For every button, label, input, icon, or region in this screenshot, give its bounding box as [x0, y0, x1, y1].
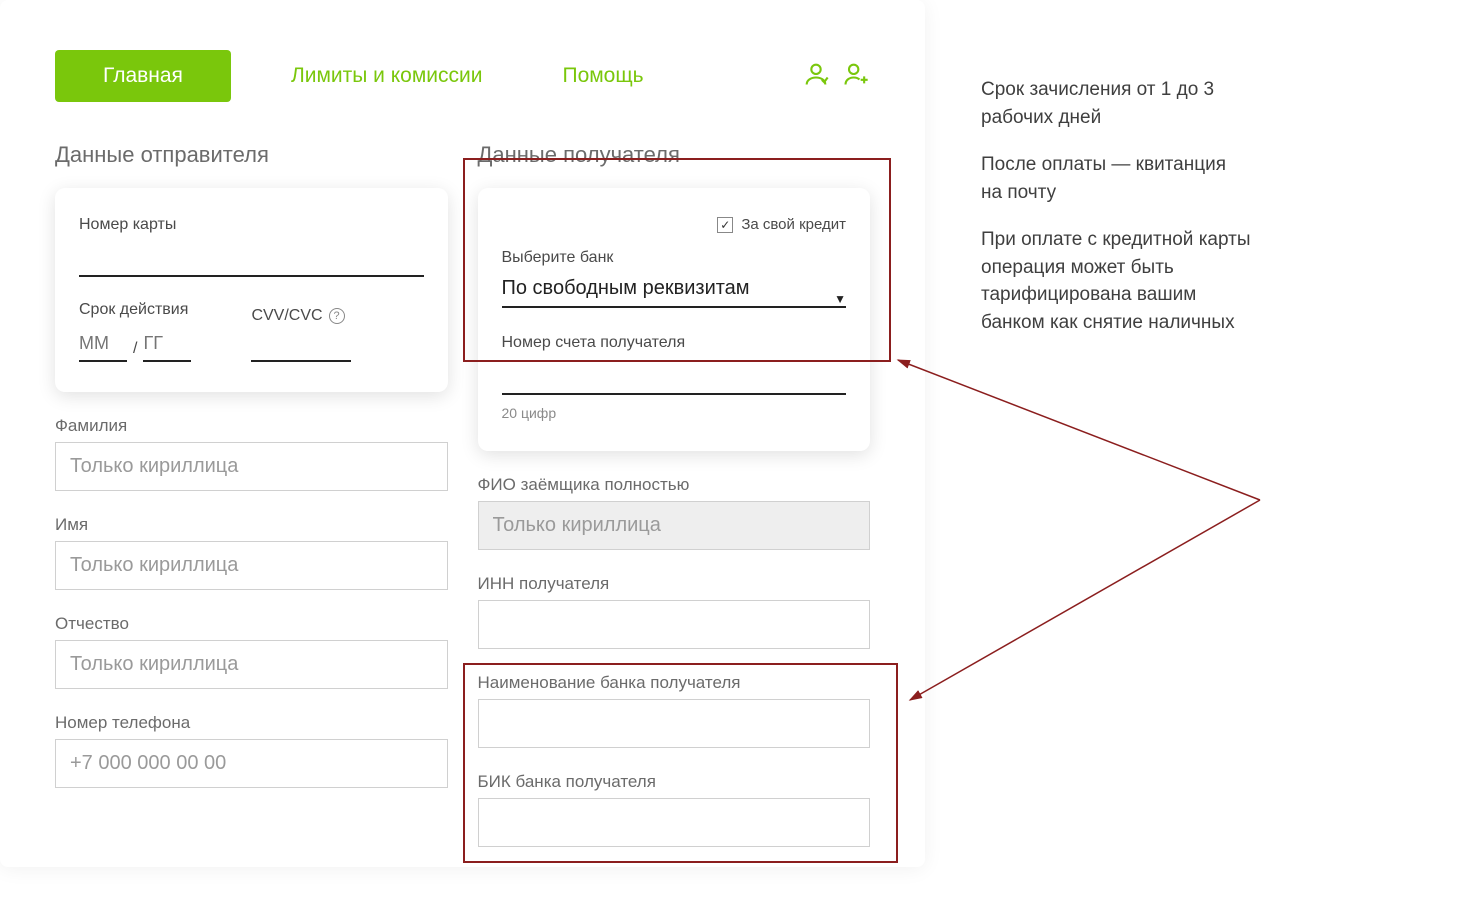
- sender-card-panel: Номер карты Срок действия /: [55, 188, 448, 392]
- recipient-section-title: Данные получателя: [478, 142, 871, 168]
- side-note-1: Срок зачисления от 1 до 3 рабочих дней: [981, 76, 1251, 131]
- side-note-3: При оплате с кредитной карты операция мо…: [981, 226, 1251, 336]
- expiry-yy-input[interactable]: [143, 329, 191, 362]
- bik-label: БИК банка получателя: [478, 772, 871, 792]
- inn-input[interactable]: [478, 600, 871, 649]
- login-icon[interactable]: [802, 60, 830, 93]
- inn-label: ИНН получателя: [478, 574, 871, 594]
- phone-label: Номер телефона: [55, 713, 448, 733]
- cvv-help-icon[interactable]: ?: [329, 308, 345, 324]
- fio-label: ФИО заёмщика полностью: [478, 475, 871, 495]
- own-credit-checkbox[interactable]: ✓: [717, 217, 733, 233]
- bank-select-value: По свободным реквизитам: [502, 277, 750, 306]
- side-info: Срок зачисления от 1 до 3 рабочих дней П…: [925, 0, 1281, 867]
- dropdown-caret-icon: ▼: [834, 292, 846, 306]
- bank-select-label: Выберите банк: [502, 249, 847, 267]
- nav-bar: Главная Лимиты и комиссии Помощь: [0, 0, 925, 142]
- own-credit-label: За свой кредит: [741, 216, 846, 233]
- main-panel: Главная Лимиты и комиссии Помощь Данные …: [0, 0, 925, 867]
- patronymic-input[interactable]: [55, 640, 448, 689]
- sender-section-title: Данные отправителя: [55, 142, 448, 168]
- expiry-separator: /: [133, 340, 137, 358]
- card-number-label: Номер карты: [79, 216, 424, 234]
- nav-limits-link[interactable]: Лимиты и комиссии: [291, 64, 483, 88]
- sender-column: Данные отправителя Номер карты Срок дейс…: [55, 142, 448, 847]
- patronymic-label: Отчество: [55, 614, 448, 634]
- recipient-column: Данные получателя ✓ За свой кредит Выбер…: [478, 142, 871, 847]
- card-number-input[interactable]: [79, 244, 424, 277]
- surname-label: Фамилия: [55, 416, 448, 436]
- cvv-label: CVV/CVC: [251, 307, 322, 325]
- name-label: Имя: [55, 515, 448, 535]
- cvv-input[interactable]: [251, 335, 351, 362]
- phone-input[interactable]: [55, 739, 448, 788]
- expiry-label: Срок действия: [79, 301, 191, 319]
- expiry-mm-input[interactable]: [79, 329, 127, 362]
- fio-input: [478, 501, 871, 550]
- account-hint: 20 цифр: [502, 405, 847, 421]
- bik-input[interactable]: [478, 798, 871, 847]
- account-input[interactable]: [502, 362, 847, 395]
- side-note-2: После оплаты — квитанция на почту: [981, 151, 1251, 206]
- bank-name-input[interactable]: [478, 699, 871, 748]
- surname-input[interactable]: [55, 442, 448, 491]
- register-icon[interactable]: [842, 60, 870, 93]
- recipient-card-panel: ✓ За свой кредит Выберите банк По свобод…: [478, 188, 871, 451]
- nav-help-link[interactable]: Помощь: [562, 64, 643, 88]
- account-label: Номер счета получателя: [502, 334, 847, 352]
- name-input[interactable]: [55, 541, 448, 590]
- bank-select[interactable]: По свободным реквизитам ▼: [502, 277, 847, 308]
- bank-name-label: Наименование банка получателя: [478, 673, 871, 693]
- nav-home-button[interactable]: Главная: [55, 50, 231, 102]
